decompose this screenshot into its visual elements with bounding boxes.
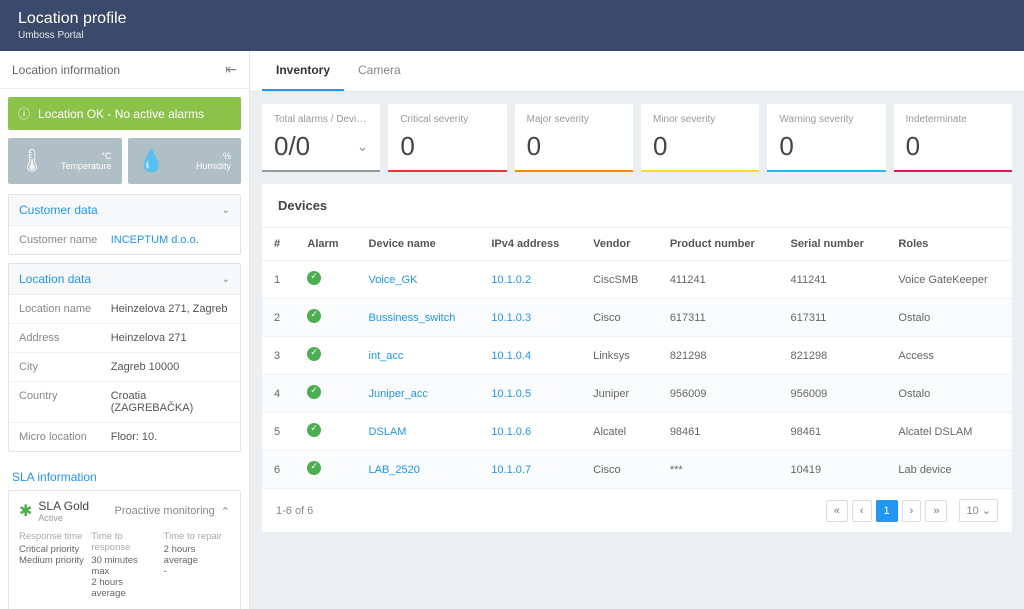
- device-link[interactable]: int_acc: [369, 350, 404, 362]
- main-content: Inventory Camera Total alarms / Devices …: [250, 51, 1024, 609]
- customer-link[interactable]: INCEPTUM d.o.o.: [111, 234, 230, 246]
- ip-link[interactable]: 10.1.0.7: [491, 464, 531, 476]
- info-icon: ⓘ: [18, 105, 30, 122]
- ip-link[interactable]: 10.1.0.6: [491, 426, 531, 438]
- temperature-card: 🌡 °CTemperature: [8, 138, 122, 184]
- ip-link[interactable]: 10.1.0.3: [491, 312, 531, 324]
- device-link[interactable]: Bussiness_switch: [369, 312, 456, 324]
- devices-title: Devices: [262, 184, 1012, 227]
- table-row[interactable]: 5DSLAM10.1.0.6Alcatel9846198461Alcatel D…: [262, 413, 1012, 451]
- pager-first[interactable]: «: [826, 500, 848, 522]
- chevron-down-icon: ⌄: [222, 205, 230, 216]
- chevron-down-icon: ⌄: [222, 274, 230, 285]
- sidebar: Location information ⇤ ⓘ Location OK - N…: [0, 51, 250, 609]
- pager-info: 1-6 of 6: [276, 505, 313, 517]
- chevron-down-icon: ⌄: [357, 138, 369, 155]
- table-row[interactable]: 3int_acc10.1.0.4Linksys821298821298Acces…: [262, 337, 1012, 375]
- page-size-select[interactable]: 10 ⌄: [959, 499, 998, 522]
- status-ok-icon: [307, 385, 321, 399]
- ip-link[interactable]: 10.1.0.2: [491, 274, 531, 286]
- status-ok-icon: [307, 271, 321, 285]
- status-ok-icon: [307, 461, 321, 475]
- device-link[interactable]: DSLAM: [369, 426, 407, 438]
- pager: 1-6 of 6 « ‹ 1 › » 10 ⌄: [262, 489, 1012, 532]
- device-link[interactable]: Voice_GK: [369, 274, 418, 286]
- kpi-card[interactable]: Indeterminate0: [894, 104, 1012, 172]
- customer-panel-header[interactable]: Customer data ⌄: [9, 195, 240, 226]
- kpi-card[interactable]: Critical severity0: [388, 104, 506, 172]
- status-ok-icon: [307, 423, 321, 437]
- status-ok-icon: [307, 309, 321, 323]
- app-header: Location profile Umboss Portal: [0, 0, 1024, 51]
- location-panel: Location data ⌄ Location nameHeinzelova …: [8, 263, 241, 452]
- pager-next[interactable]: ›: [902, 500, 922, 522]
- status-ok-icon: [307, 347, 321, 361]
- device-link[interactable]: Juniper_acc: [369, 388, 428, 400]
- chevron-up-icon: ⌃: [221, 505, 230, 518]
- pager-page[interactable]: 1: [876, 500, 898, 522]
- portal-name: Umboss Portal: [18, 30, 1006, 41]
- location-panel-header[interactable]: Location data ⌄: [9, 264, 240, 295]
- kpi-card[interactable]: Minor severity0: [641, 104, 759, 172]
- pager-prev[interactable]: ‹: [852, 500, 872, 522]
- kpi-card[interactable]: Warning severity0: [767, 104, 885, 172]
- humidity-card: 💧 %Humidity: [128, 138, 242, 184]
- kpi-card[interactable]: Total alarms / Devices with alarms0/0⌄: [262, 104, 380, 172]
- sla-toggle[interactable]: Proactive monitoring⌃: [115, 505, 231, 518]
- kpi-row: Total alarms / Devices with alarms0/0⌄Cr…: [262, 104, 1012, 172]
- page-title: Location profile: [18, 10, 1006, 28]
- kpi-card[interactable]: Major severity0: [515, 104, 633, 172]
- sidebar-header: Location information ⇤: [0, 51, 249, 89]
- sidebar-title: Location information: [12, 63, 120, 77]
- thermometer-icon: 🌡: [18, 148, 46, 174]
- droplet-icon: 💧: [138, 148, 165, 174]
- pager-last[interactable]: »: [925, 500, 947, 522]
- tab-camera[interactable]: Camera: [344, 51, 415, 91]
- table-row[interactable]: 4Juniper_acc10.1.0.5Juniper956009956009O…: [262, 375, 1012, 413]
- customer-panel: Customer data ⌄ Customer nameINCEPTUM d.…: [8, 194, 241, 255]
- table-row[interactable]: 6LAB_252010.1.0.7Cisco***10419Lab device: [262, 451, 1012, 489]
- status-text: Location OK - No active alarms: [38, 107, 204, 121]
- table-row[interactable]: 2Bussiness_switch10.1.0.3Cisco6173116173…: [262, 299, 1012, 337]
- tab-inventory[interactable]: Inventory: [262, 51, 344, 91]
- table-row[interactable]: 1Voice_GK10.1.0.2CiscSMB411241411241Voic…: [262, 261, 1012, 299]
- collapse-icon[interactable]: ⇤: [225, 61, 237, 78]
- sla-card: ✱ SLA GoldActive Proactive monitoring⌃ R…: [8, 490, 241, 609]
- device-link[interactable]: LAB_2520: [369, 464, 420, 476]
- status-banner: ⓘ Location OK - No active alarms: [8, 97, 241, 130]
- devices-table: # Alarm Device name IPv4 address Vendor …: [262, 227, 1012, 489]
- ip-link[interactable]: 10.1.0.4: [491, 350, 531, 362]
- status-dot-icon: ✱: [19, 501, 32, 521]
- tabs: Inventory Camera: [250, 51, 1024, 92]
- ip-link[interactable]: 10.1.0.5: [491, 388, 531, 400]
- devices-panel: Devices # Alarm Device name IPv4 address…: [262, 184, 1012, 532]
- sla-section-title: SLA information: [0, 460, 249, 486]
